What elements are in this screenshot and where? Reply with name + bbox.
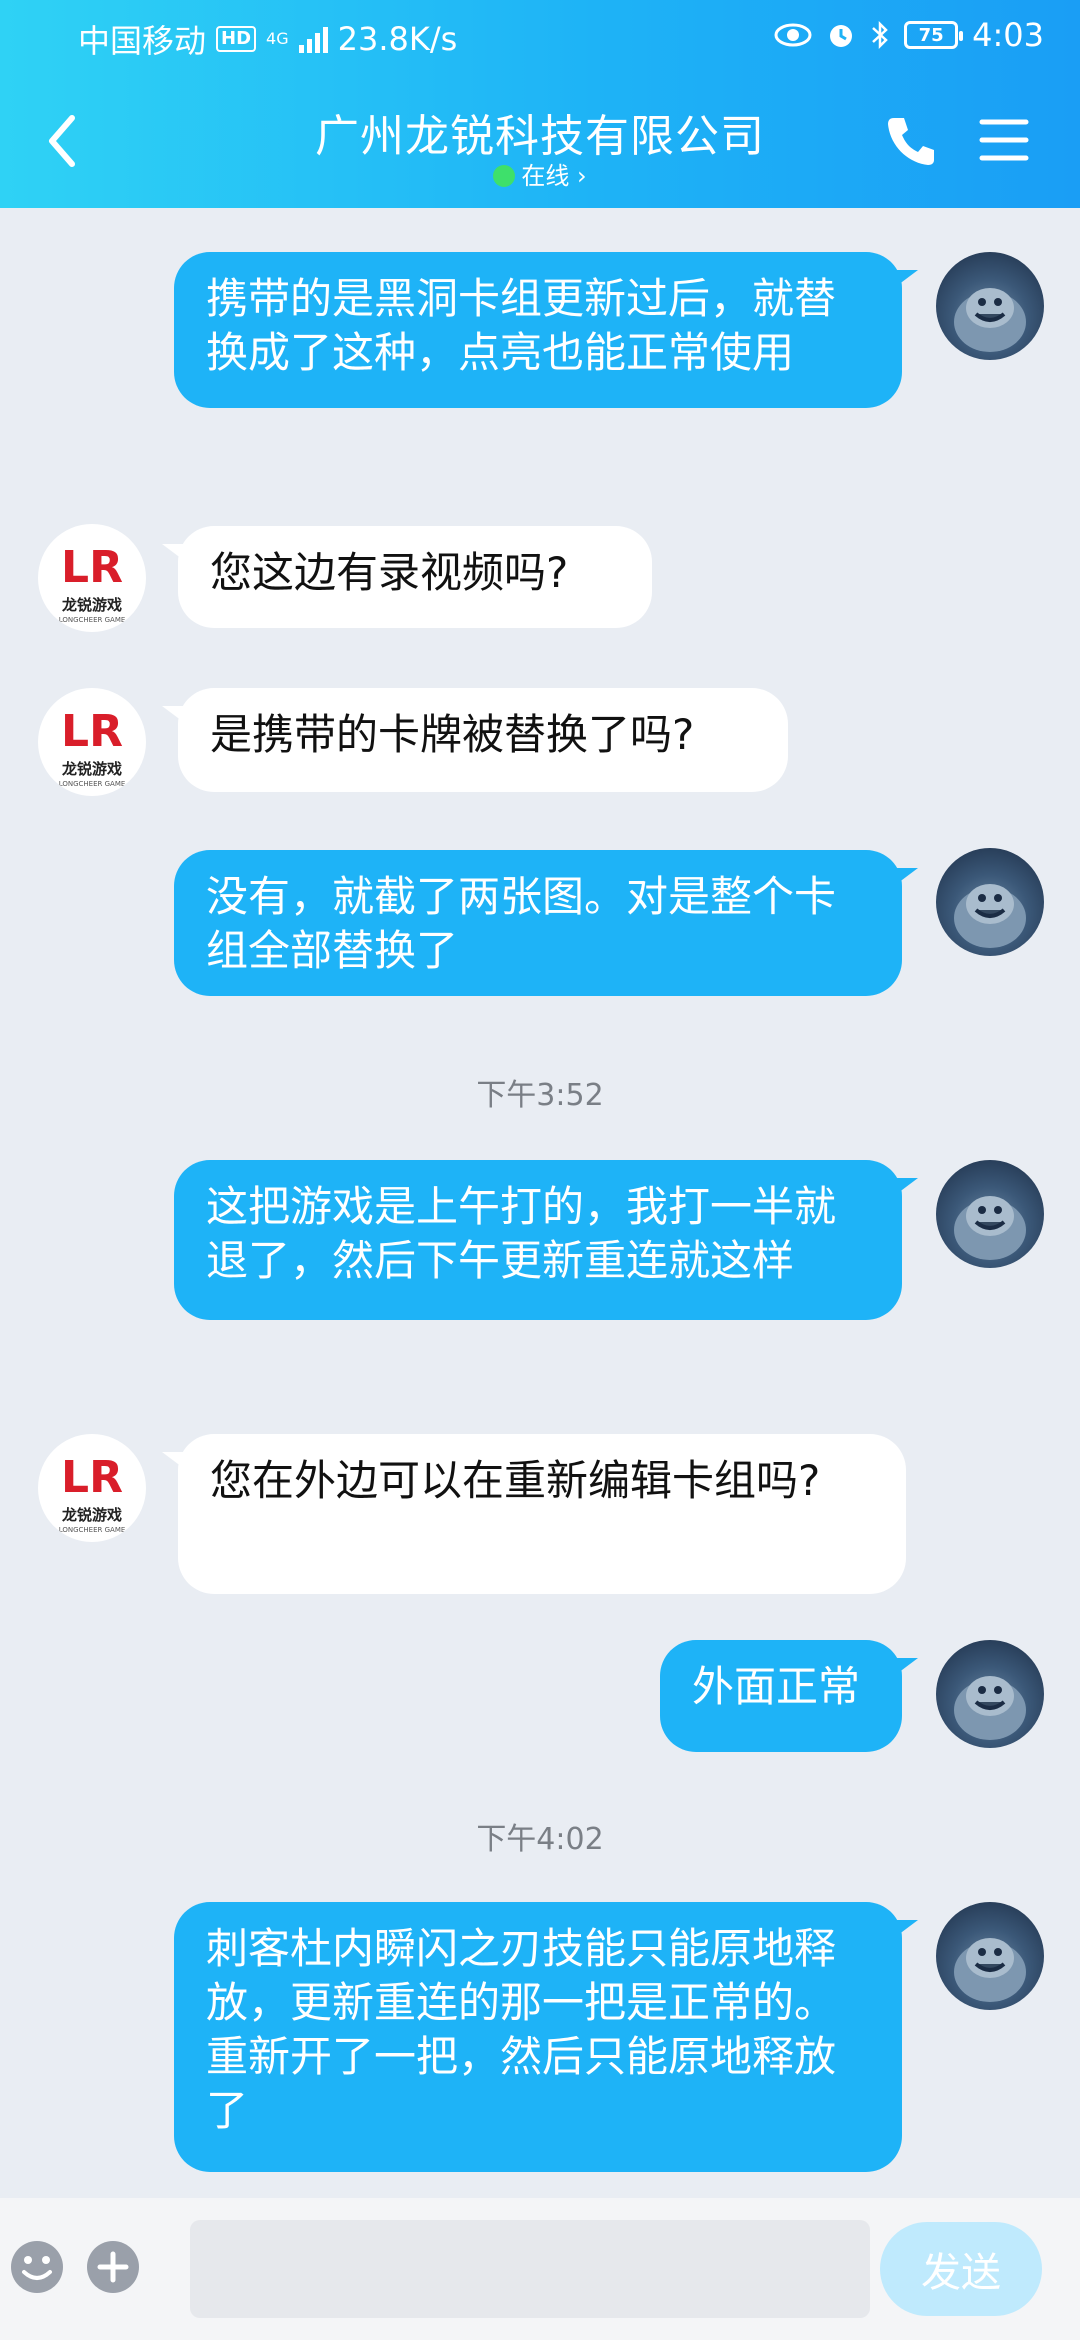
message-bubble-received[interactable]: 您这边有录视频吗?: [162, 526, 652, 628]
message-bubble-sent[interactable]: 刺客杜内瞬闪之刃技能只能原地释放，更新重连的那一把是正常的。重新开了一把，然后只…: [174, 1902, 918, 2172]
message-list[interactable]: 携带的是黑洞卡组更新过后，就替换成了这种，点亮也能正常使用 LR 龙锐游戏 LONG…: [0, 208, 1080, 2198]
svg-text:LR: LR: [61, 706, 123, 757]
online-label: 在线 ›: [521, 162, 587, 190]
svg-text:LR: LR: [61, 542, 123, 593]
nav-bar: 广州龙锐科技有限公司 在线 ›: [0, 72, 1080, 208]
message-bubble-sent[interactable]: 没有，就截了两张图。对是整个卡组全部替换了: [174, 850, 918, 996]
svg-text:龙锐游戏: 龙锐游戏: [61, 596, 122, 614]
carrier-name: 中国移动: [78, 22, 207, 60]
timestamp: 下午3:52: [476, 1078, 604, 1113]
clock: 4:03: [972, 16, 1044, 54]
chat-header: 中国移动 HD 4G 23.8K/s 75 4:03 广州龙锐科技有限公司 在线…: [0, 0, 1080, 208]
eye-icon: [774, 23, 812, 47]
online-dot-icon: [493, 165, 516, 187]
send-button[interactable]: 发送: [880, 2222, 1042, 2316]
my-avatar[interactable]: [936, 1160, 1044, 1268]
emoji-icon: [11, 2241, 63, 2293]
emoji-button[interactable]: [8, 2238, 66, 2296]
plus-button[interactable]: [84, 2238, 142, 2296]
contact-avatar[interactable]: LR 龙锐游戏 LONGCHEER GAME: [38, 1434, 146, 1542]
contact-avatar[interactable]: LR 龙锐游戏 LONGCHEER GAME: [38, 688, 146, 796]
message-bubble-sent[interactable]: 这把游戏是上午打的，我打一半就退了，然后下午更新重连就这样: [174, 1160, 918, 1320]
svg-text:LONGCHEER GAME: LONGCHEER GAME: [59, 780, 126, 788]
timestamp: 下午4:02: [476, 1822, 604, 1857]
plus-icon: [87, 2241, 139, 2293]
message-input[interactable]: [190, 2220, 870, 2318]
menu-button[interactable]: [976, 112, 1032, 168]
svg-text:龙锐游戏: 龙锐游戏: [61, 760, 122, 778]
my-avatar[interactable]: [936, 252, 1044, 360]
phone-icon: [888, 118, 934, 165]
message-bubble-received[interactable]: 是携带的卡牌被替换了吗?: [162, 688, 788, 792]
my-avatar[interactable]: [936, 848, 1044, 956]
svg-text:LONGCHEER GAME: LONGCHEER GAME: [59, 1526, 126, 1534]
signal-icon: [298, 25, 328, 53]
svg-text:LR: LR: [61, 1452, 123, 1503]
my-avatar[interactable]: [936, 1902, 1044, 2010]
svg-text:LONGCHEER GAME: LONGCHEER GAME: [59, 616, 126, 624]
input-bar: 发送: [0, 2198, 1080, 2340]
bluetooth-icon: [872, 20, 888, 50]
my-avatar[interactable]: [936, 1640, 1044, 1748]
svg-text:龙锐游戏: 龙锐游戏: [61, 1506, 122, 1524]
status-bar: 中国移动 HD 4G 23.8K/s 75 4:03: [0, 0, 1080, 72]
network-speed: 23.8K/s: [337, 20, 458, 58]
alarm-icon: [830, 25, 853, 47]
hd-badge: HD: [216, 26, 257, 52]
menu-icon: [979, 119, 1029, 161]
battery-icon: 75: [904, 21, 964, 49]
contact-avatar[interactable]: LR 龙锐游戏 LONGCHEER GAME: [38, 524, 146, 632]
network-type: 4G: [266, 29, 289, 48]
message-bubble-sent[interactable]: 携带的是黑洞卡组更新过后，就替换成了这种，点亮也能正常使用: [174, 252, 918, 408]
message-bubble-received[interactable]: 您在外边可以在重新编辑卡组吗?: [162, 1434, 906, 1594]
message-bubble-sent[interactable]: 外面正常: [660, 1640, 918, 1752]
phone-button[interactable]: [880, 110, 940, 170]
